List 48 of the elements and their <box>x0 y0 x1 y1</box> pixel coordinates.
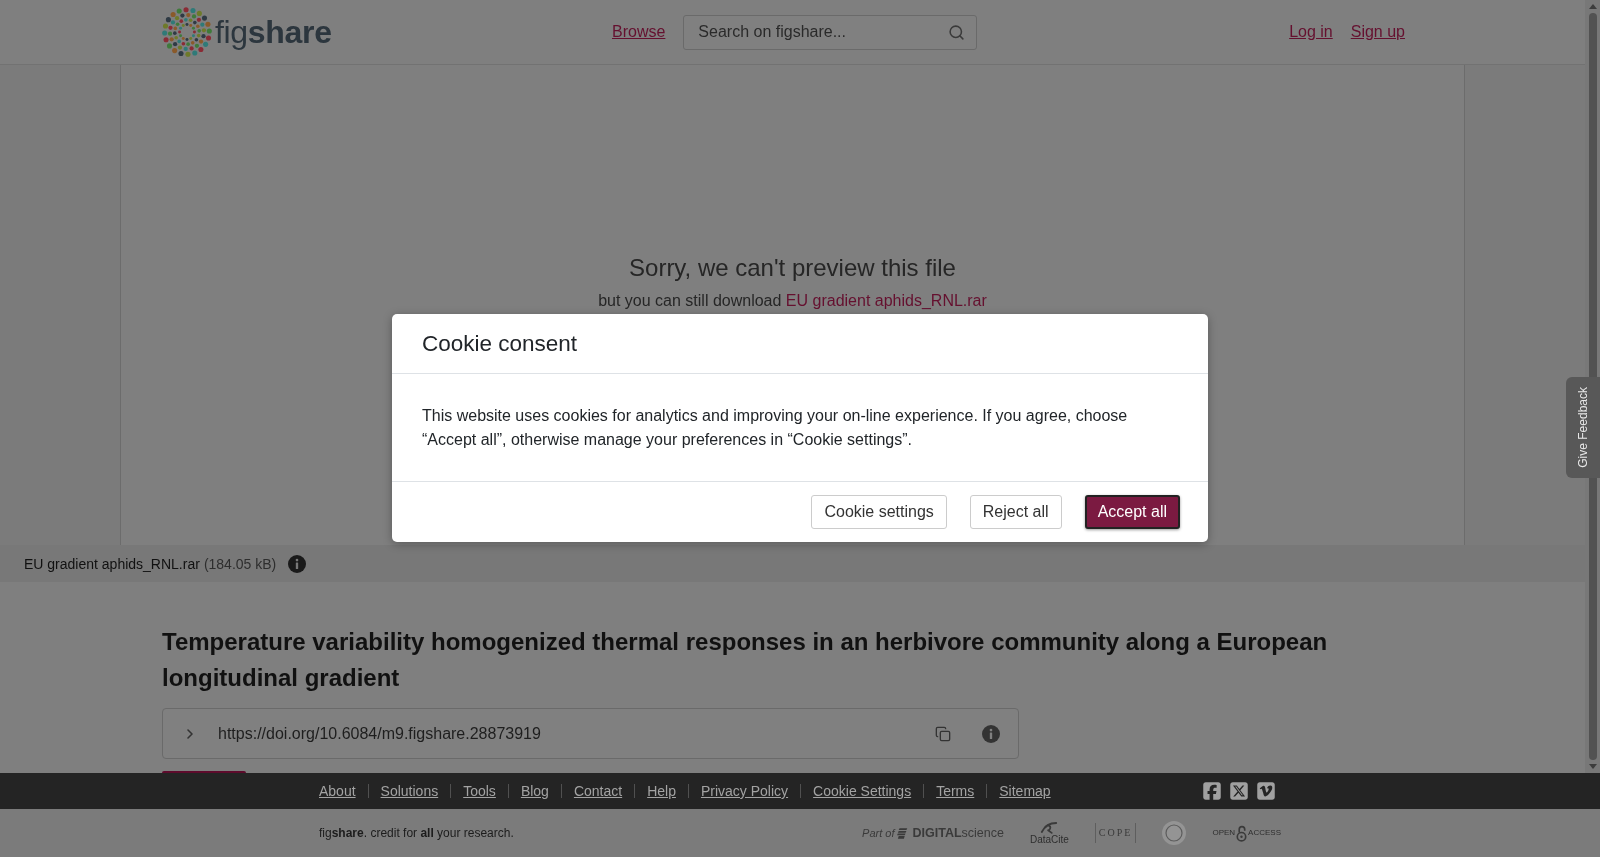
facebook-icon[interactable] <box>1202 781 1222 801</box>
footer-link[interactable]: Tools <box>463 782 496 800</box>
logo-caption: OPEN <box>1212 828 1236 838</box>
round-seal-icon <box>1162 821 1187 845</box>
footer-link[interactable]: Contact <box>573 782 623 800</box>
footer-link[interactable]: Solutions <box>380 782 439 800</box>
logo-wordmark: COPE <box>1094 823 1137 843</box>
search-field[interactable]: Search on figshare... <box>683 14 978 50</box>
auth-link[interactable]: Log in <box>1289 22 1333 42</box>
nav-link[interactable]: Browse <box>612 22 666 42</box>
swirl-logo-icon <box>162 7 212 57</box>
footer-link[interactable]: Sitemap <box>999 782 1051 800</box>
dialog-button[interactable]: Reject all <box>969 495 1062 529</box>
logo-wordmark: DIGITALscience <box>912 825 1004 841</box>
scroll-up-arrow-icon[interactable] <box>1588 4 1597 9</box>
preview-message: Sorry, we can't preview this file <box>629 253 956 283</box>
doi-link[interactable]: https://doi.org/10.6084/m9.figshare.28873919 <box>218 723 935 744</box>
auth-link[interactable]: Sign up <box>1350 22 1405 42</box>
open-lock-icon <box>1236 824 1248 842</box>
accept-button[interactable]: Accept all <box>1084 495 1180 529</box>
footer-tagline: figshare. credit for all your research. <box>319 825 514 841</box>
info-icon[interactable] <box>982 724 1000 743</box>
footer-link[interactable]: Terms <box>936 782 975 800</box>
footer-link[interactable]: About <box>319 782 356 800</box>
file-download-link[interactable]: EU gradient aphids_RNL.rar <box>785 292 987 309</box>
item-title: Temperature variability homogenized thermal responses in an herbivore community along a European longitudinal gradient <box>162 627 1329 693</box>
info-icon[interactable] <box>288 554 307 573</box>
vimeo-icon[interactable] <box>1256 781 1276 801</box>
download-sentence: but you can still download EU gradient aphids_RNL.rar <box>598 291 987 311</box>
search-icon[interactable] <box>948 23 966 41</box>
footer-link[interactable]: Privacy Policy <box>700 782 789 800</box>
footer-link[interactable]: Help <box>647 782 676 800</box>
footer-link[interactable]: Cookie Settings <box>813 782 912 800</box>
x-logo-icon[interactable] <box>1229 781 1249 801</box>
swoosh-icon <box>1040 820 1059 834</box>
logo-wordmark: DataCite <box>1029 833 1069 846</box>
copy-icon[interactable] <box>935 725 951 742</box>
dialog-message: This website uses cookies for analytics and improving your on-line experience. If you agree, choose “Accept all”, otherwise manage your preferences in “Cookie settings”. <box>422 406 1129 450</box>
logo-caption: ACCESS <box>1248 828 1281 838</box>
file-name: EU gradient aphids_RNL.rar <box>24 554 200 573</box>
footer-link[interactable]: Blog <box>520 782 549 800</box>
feedback-tab[interactable]: Give Feedback <box>1566 377 1600 478</box>
file-size: (184.05 kB) <box>203 554 277 573</box>
stripes-icon <box>897 827 910 839</box>
logo-caption: Part of <box>862 826 895 840</box>
scroll-down-arrow-icon[interactable] <box>1588 764 1597 769</box>
dialog-button[interactable]: Cookie settings <box>811 495 947 529</box>
dialog-title: Cookie consent <box>422 329 578 358</box>
